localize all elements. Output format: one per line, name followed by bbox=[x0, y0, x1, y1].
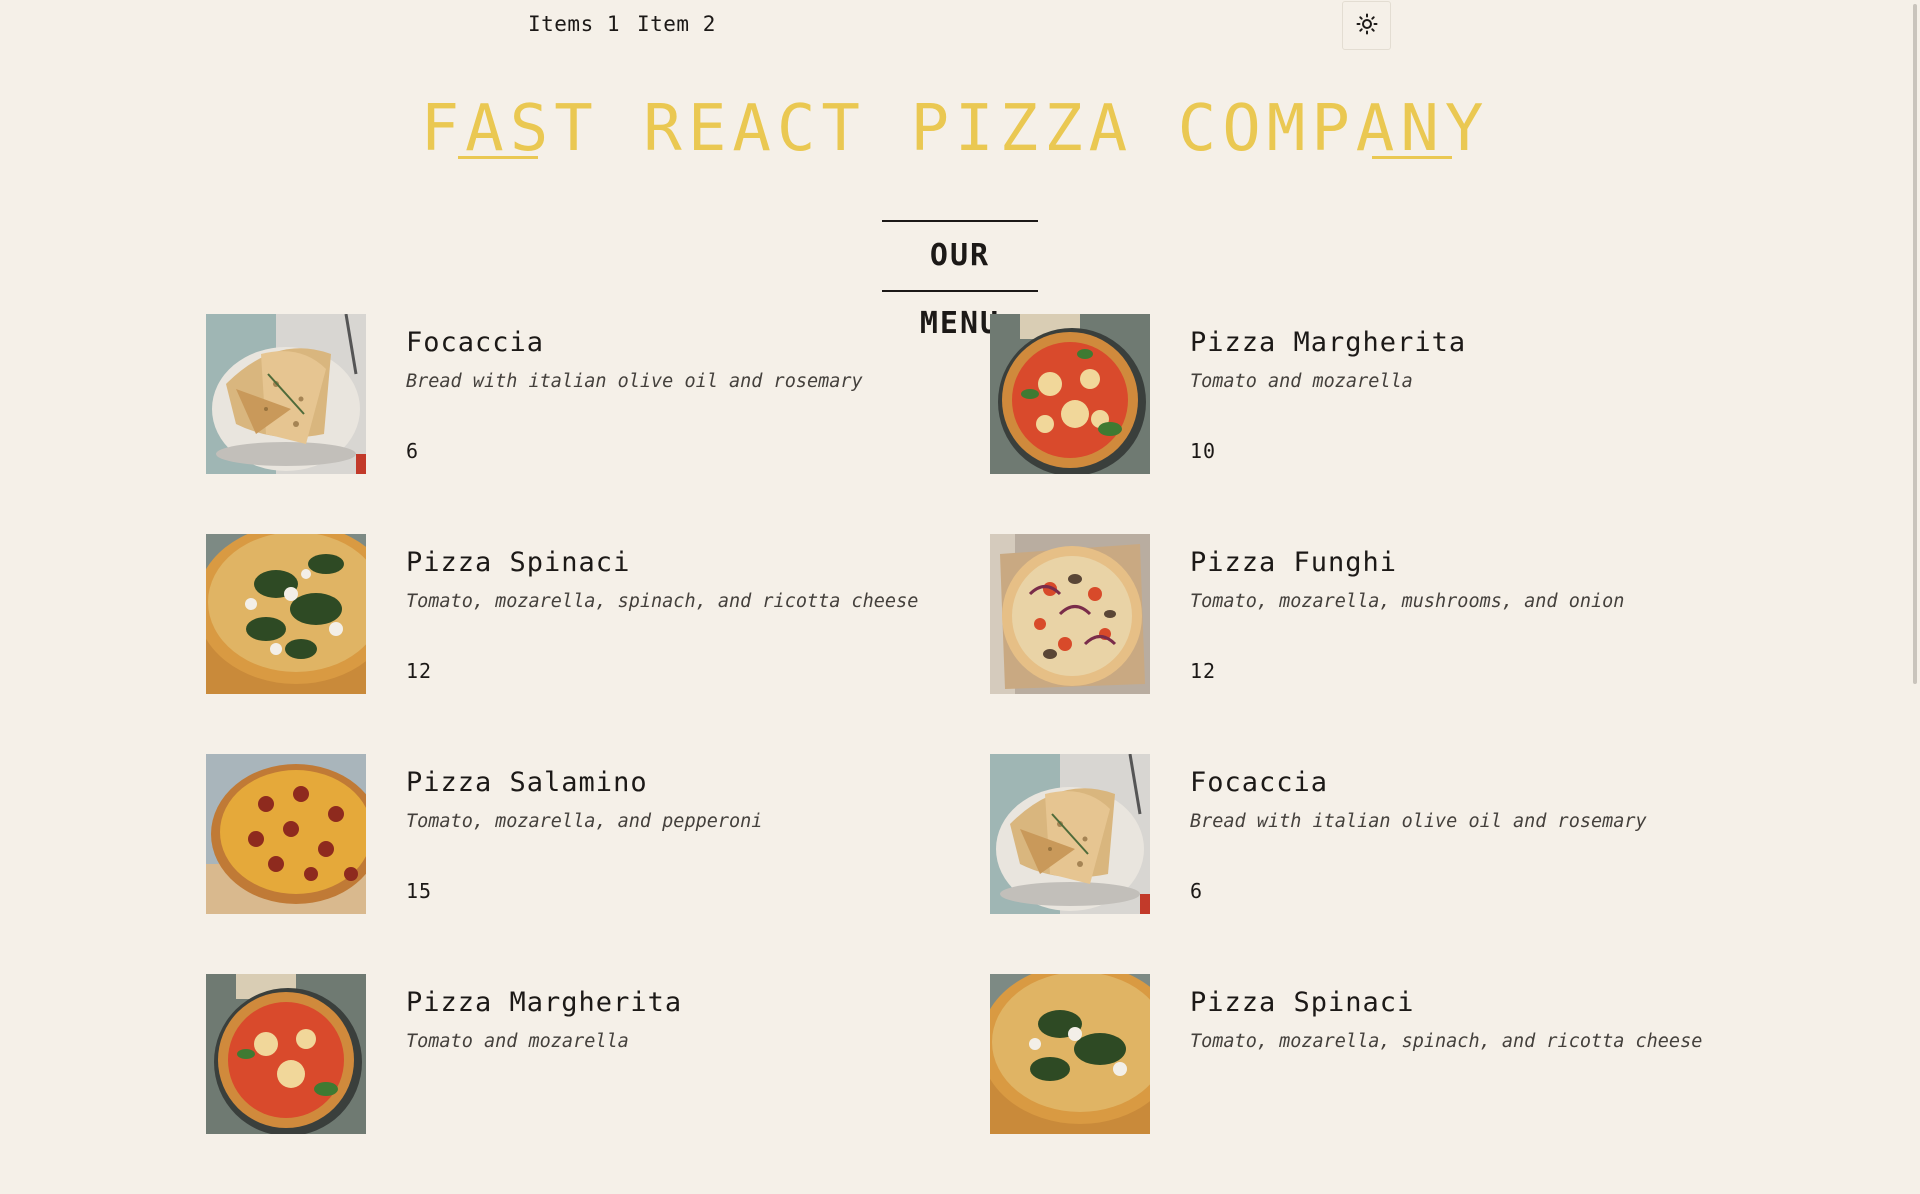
menu-item-name: Focaccia bbox=[1190, 767, 1329, 798]
menu-item[interactable]: Focaccia Bread with italian olive oil an… bbox=[990, 754, 1766, 974]
menu-item-name: Pizza Margherita bbox=[406, 987, 683, 1018]
page-title: FAST REACT PIZZA COMPANY bbox=[420, 92, 1490, 166]
margherita-image bbox=[990, 314, 1150, 474]
nav-item-items-1[interactable]: Items 1 bbox=[528, 12, 620, 36]
focaccia-image bbox=[206, 314, 366, 474]
menu-item[interactable]: Pizza Margherita Tomato and mozarella bbox=[206, 974, 990, 1194]
menu-item-description: Tomato, mozarella, mushrooms, and onion bbox=[1190, 591, 1625, 612]
menu-item-name: Pizza Spinaci bbox=[406, 547, 631, 578]
menu-section-title: OUR MENU bbox=[882, 220, 1038, 341]
nav-item-item-2[interactable]: Item 2 bbox=[637, 12, 716, 36]
menu-item-name: Focaccia bbox=[406, 327, 545, 358]
menu-item-description: Tomato and mozarella bbox=[406, 1031, 629, 1052]
theme-toggle-button[interactable] bbox=[1342, 1, 1391, 50]
menu-item-name: Pizza Salamino bbox=[406, 767, 648, 798]
menu-item-price: 12 bbox=[1190, 659, 1217, 683]
salamino-image bbox=[206, 754, 366, 914]
spinaci-image bbox=[990, 974, 1150, 1134]
menu-item-price: 6 bbox=[406, 439, 420, 463]
funghi-image bbox=[990, 534, 1150, 694]
sun-icon bbox=[1356, 13, 1378, 39]
menu-item-price: 12 bbox=[406, 659, 433, 683]
focaccia-image bbox=[990, 754, 1150, 914]
menu-item-description: Tomato, mozarella, and pepperoni bbox=[406, 811, 763, 832]
spinaci-image bbox=[206, 534, 366, 694]
menu-item-description: Tomato, mozarella, spinach, and ricotta … bbox=[1190, 1031, 1703, 1052]
menu-item[interactable]: Pizza Salamino Tomato, mozarella, and pe… bbox=[206, 754, 990, 974]
title-underline-right bbox=[1372, 156, 1452, 159]
menu-item[interactable]: Pizza Spinaci Tomato, mozarella, spinach… bbox=[990, 974, 1766, 1194]
menu-item-name: Pizza Margherita bbox=[1190, 327, 1467, 358]
menu-item-price: 6 bbox=[1190, 879, 1204, 903]
menu-item-description: Tomato, mozarella, spinach, and ricotta … bbox=[406, 591, 919, 612]
menu-item[interactable]: Focaccia Bread with italian olive oil an… bbox=[206, 314, 990, 534]
menu-item[interactable]: Pizza Spinaci Tomato, mozarella, spinach… bbox=[206, 534, 990, 754]
menu-item-name: Pizza Funghi bbox=[1190, 547, 1398, 578]
menu-item-price: 10 bbox=[1190, 439, 1217, 463]
top-nav: Items 1 Item 2 bbox=[0, 0, 1920, 52]
menu-item-price: 15 bbox=[406, 879, 433, 903]
menu-list: Focaccia Bread with italian olive oil an… bbox=[206, 314, 1766, 1194]
menu-item[interactable]: Pizza Funghi Tomato, mozarella, mushroom… bbox=[990, 534, 1766, 754]
page-scrollbar[interactable] bbox=[1911, 0, 1920, 1080]
menu-item[interactable]: Pizza Margherita Tomato and mozarella 10 bbox=[990, 314, 1766, 534]
margherita-image bbox=[206, 974, 366, 1134]
menu-item-description: Bread with italian olive oil and rosemar… bbox=[1190, 811, 1647, 832]
menu-item-description: Bread with italian olive oil and rosemar… bbox=[406, 371, 863, 392]
menu-item-name: Pizza Spinaci bbox=[1190, 987, 1415, 1018]
scrollbar-thumb[interactable] bbox=[1913, 4, 1917, 684]
menu-item-description: Tomato and mozarella bbox=[1190, 371, 1413, 392]
